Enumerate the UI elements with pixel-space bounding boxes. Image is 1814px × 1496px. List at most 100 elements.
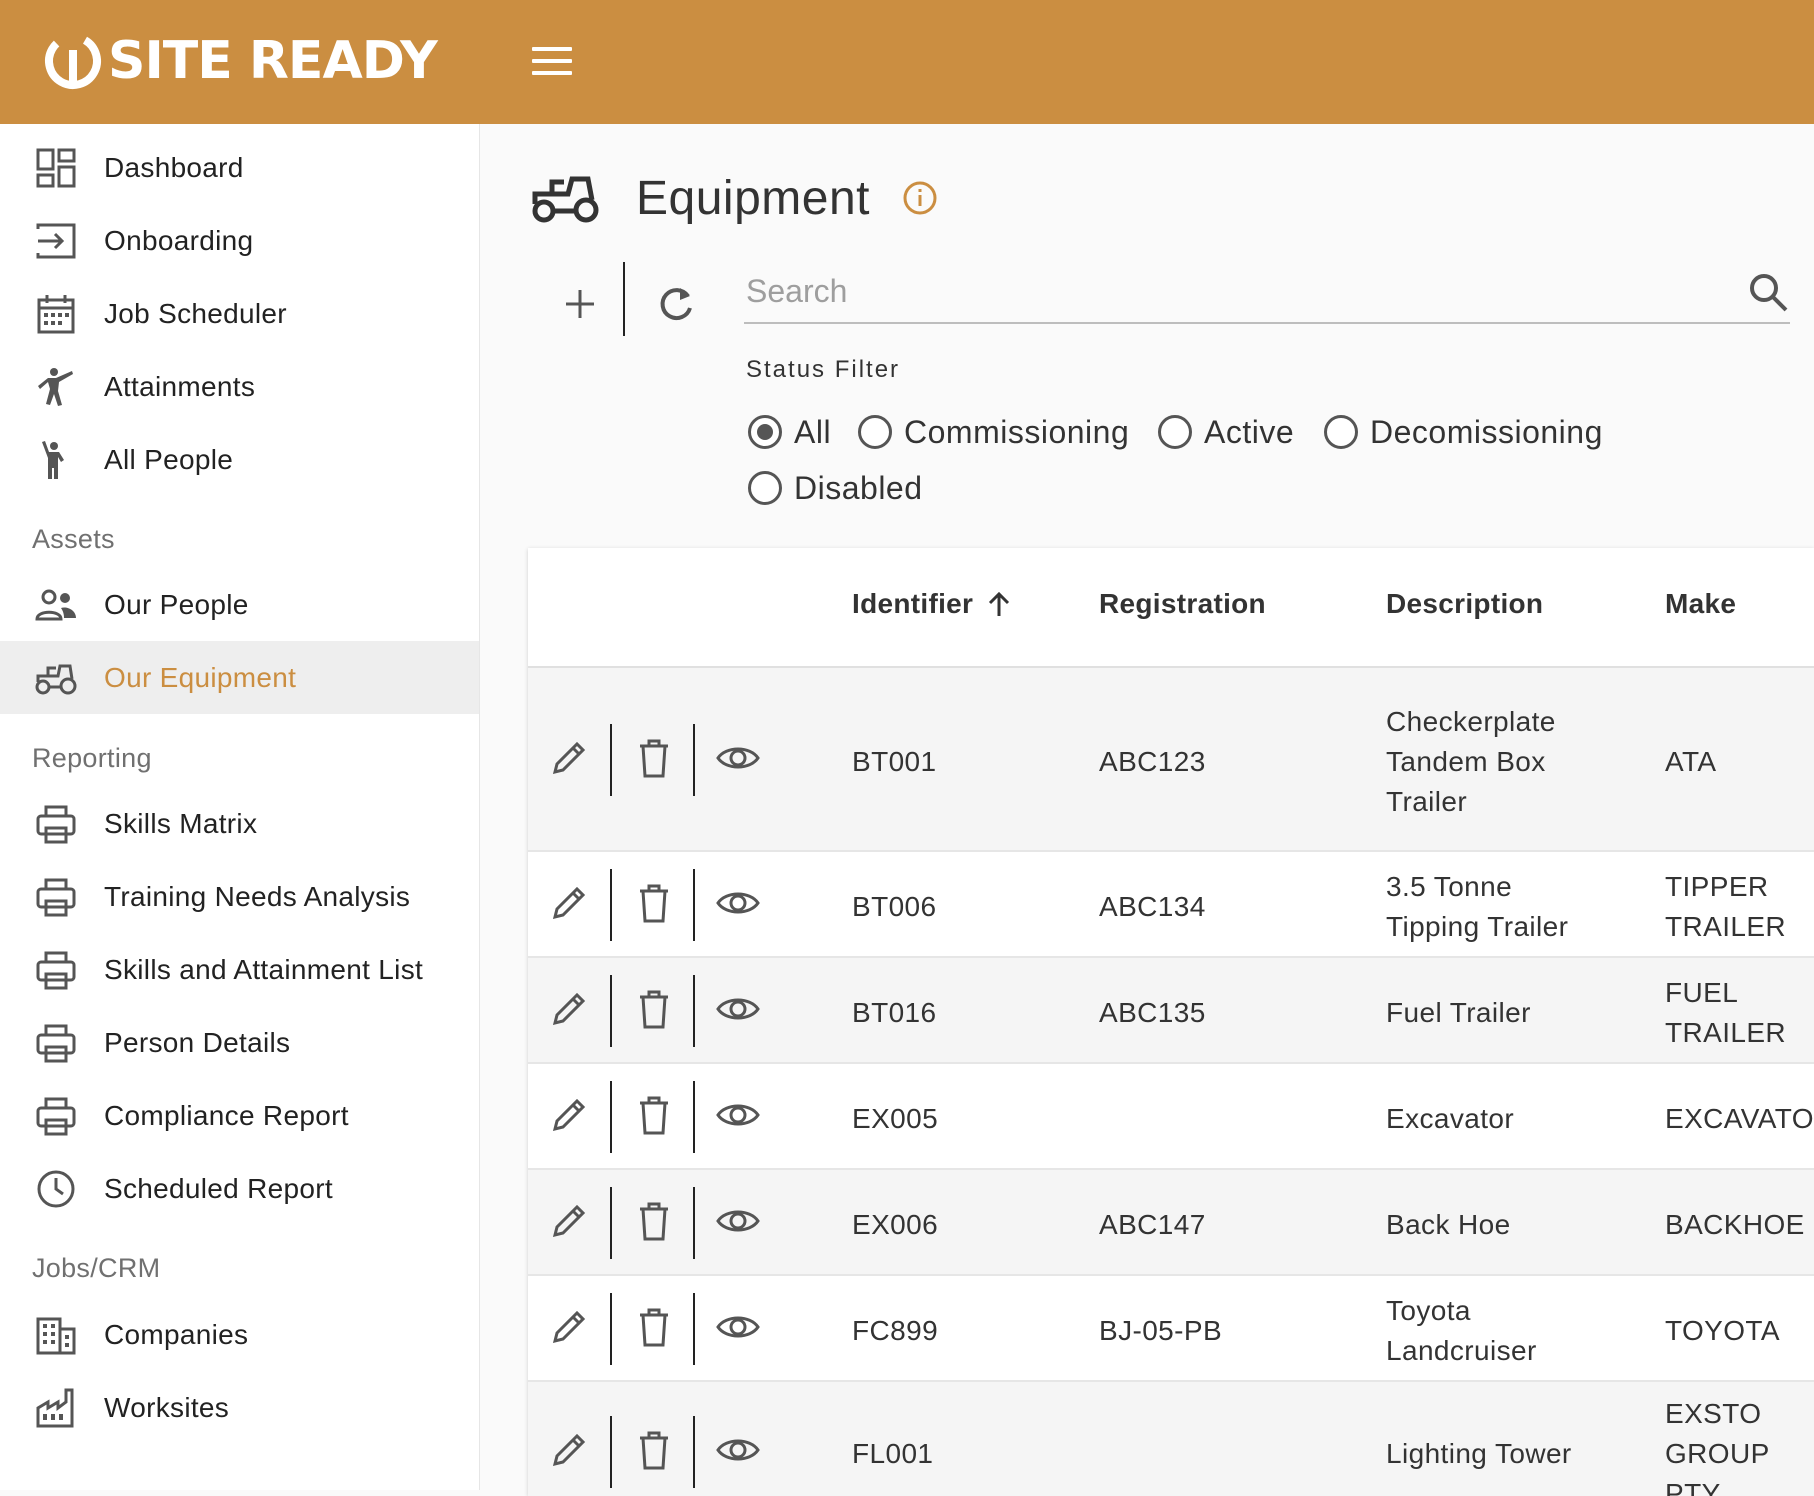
sidebar-item-training-needs-analysis[interactable]: Training Needs Analysis xyxy=(0,860,479,933)
delete-button[interactable] xyxy=(628,879,680,931)
radio-button-selected[interactable] xyxy=(748,415,782,449)
cell-registration: ABC147 xyxy=(1099,1209,1206,1240)
plus-icon xyxy=(566,290,594,318)
filter-radio-disabled[interactable]: Disabled xyxy=(748,465,923,511)
sidebar-item-companies[interactable]: Companies xyxy=(0,1298,479,1371)
info-icon[interactable] xyxy=(902,180,938,216)
sidebar-item-label: Compliance Report xyxy=(104,1099,349,1131)
view-button[interactable] xyxy=(712,1197,764,1249)
printer-icon xyxy=(32,946,80,994)
radio-button[interactable] xyxy=(858,415,892,449)
sidebar-item-label: Job Scheduler xyxy=(104,297,287,329)
table-row[interactable]: EX006 ABC147 Back Hoe BACKHOE xyxy=(528,1170,1814,1276)
sidebar-item-our-equipment[interactable]: Our Equipment xyxy=(0,641,479,714)
edit-button[interactable] xyxy=(543,1197,595,1249)
sidebar-item-all-people[interactable]: All People xyxy=(0,423,479,496)
table-row[interactable]: BT006 ABC134 3.5 Tonne Tipping Trailer TIPP… xyxy=(528,852,1814,958)
column-header-identifier[interactable]: Identifier xyxy=(852,588,1013,620)
karate-person-icon xyxy=(32,363,80,411)
delete-button[interactable] xyxy=(628,1303,680,1355)
sort-ascending-icon xyxy=(989,591,1010,616)
hamburger-menu-icon[interactable] xyxy=(522,38,582,84)
view-button[interactable] xyxy=(712,1091,764,1143)
status-filter-label: Status Filter xyxy=(746,356,901,383)
action-divider xyxy=(610,1187,612,1259)
trash-icon xyxy=(632,1305,676,1354)
cell-description: Excavator xyxy=(1386,1103,1515,1134)
eye-icon xyxy=(716,736,760,785)
edit-button[interactable] xyxy=(543,1091,595,1143)
radio-button[interactable] xyxy=(1158,415,1192,449)
cell-identifier: FL001 xyxy=(852,1438,934,1469)
column-header-label: Description xyxy=(1386,588,1544,619)
cell-description: Back Hoe xyxy=(1386,1209,1511,1240)
add-equipment-button[interactable] xyxy=(552,276,608,332)
view-button[interactable] xyxy=(712,1303,764,1355)
filter-radio-all[interactable]: All xyxy=(748,409,831,455)
sidebar-item-skills-and-attainment-list[interactable]: Skills and Attainment List xyxy=(0,933,479,1006)
eye-icon xyxy=(716,987,760,1036)
edit-button[interactable] xyxy=(543,1303,595,1355)
dashboard-icon xyxy=(32,144,80,192)
filter-radio-decomissioning[interactable]: Decomissioning xyxy=(1324,409,1603,455)
sidebar-item-scheduled-report[interactable]: Scheduled Report xyxy=(0,1152,479,1225)
delete-button[interactable] xyxy=(628,985,680,1037)
table-row[interactable]: FC899 BJ-05-PB Toyota Landcruiser TOYOTA xyxy=(528,1276,1814,1382)
delete-button[interactable] xyxy=(628,1426,680,1478)
column-header-label: Make xyxy=(1665,588,1737,619)
cell-identifier: EX005 xyxy=(852,1103,939,1134)
pencil-icon xyxy=(547,987,591,1036)
eye-icon xyxy=(716,1093,760,1142)
eye-icon xyxy=(716,1305,760,1354)
view-button[interactable] xyxy=(712,1426,764,1478)
filter-radio-commissioning[interactable]: Commissioning xyxy=(858,409,1129,455)
radio-button[interactable] xyxy=(1324,415,1358,449)
radio-label: Active xyxy=(1204,413,1295,450)
view-button[interactable] xyxy=(712,985,764,1037)
edit-button[interactable] xyxy=(543,1426,595,1478)
sidebar-item-job-scheduler[interactable]: Job Scheduler xyxy=(0,277,479,350)
sidebar-item-worksites[interactable]: Worksites xyxy=(0,1371,479,1444)
brand-logo[interactable]: SITE READY xyxy=(42,28,438,94)
tractor-icon xyxy=(532,176,599,223)
delete-button[interactable] xyxy=(628,734,680,786)
view-button[interactable] xyxy=(712,879,764,931)
printer-icon xyxy=(32,873,80,921)
search-input[interactable] xyxy=(744,262,1724,320)
sidebar-item-label: Our People xyxy=(104,588,249,620)
table-row[interactable]: FL001 Lighting Tower EXSTO GROUP PTY LTD xyxy=(528,1382,1814,1496)
sidebar-item-onboarding[interactable]: Onboarding xyxy=(0,204,479,277)
sidebar-item-person-details[interactable]: Person Details xyxy=(0,1006,479,1079)
radio-button[interactable] xyxy=(748,471,782,505)
trash-icon xyxy=(632,1199,676,1248)
edit-button[interactable] xyxy=(543,879,595,931)
view-button[interactable] xyxy=(712,734,764,786)
search-icon[interactable] xyxy=(1746,270,1790,314)
login-arrow-icon xyxy=(32,217,80,265)
cell-make: BACKHOE xyxy=(1665,1209,1805,1240)
trash-icon xyxy=(632,1093,676,1142)
table-row[interactable]: BT001 ABC123 Checkerplate Tandem Box Trail… xyxy=(528,668,1814,852)
sidebar-item-attainments[interactable]: Attainments xyxy=(0,350,479,423)
cell-description: Checkerplate Tandem Box Trailer xyxy=(1386,706,1556,817)
delete-button[interactable] xyxy=(628,1091,680,1143)
refresh-button[interactable] xyxy=(648,276,704,332)
delete-button[interactable] xyxy=(628,1197,680,1249)
filter-radio-active[interactable]: Active xyxy=(1158,409,1294,455)
column-header-make[interactable]: Make xyxy=(1665,588,1736,620)
action-divider xyxy=(610,1081,612,1153)
equipment-table: Identifier Registration Description Make… xyxy=(528,548,1814,1496)
pencil-icon xyxy=(547,1093,591,1142)
sidebar-item-compliance-report[interactable]: Compliance Report xyxy=(0,1079,479,1152)
table-row[interactable]: EX005 Excavator EXCAVATOR xyxy=(528,1064,1814,1170)
column-header-description[interactable]: Description xyxy=(1386,588,1543,620)
sidebar-item-skills-matrix[interactable]: Skills Matrix xyxy=(0,787,479,860)
sidebar-item-dashboard[interactable]: Dashboard xyxy=(0,131,479,204)
edit-button[interactable] xyxy=(543,985,595,1037)
edit-button[interactable] xyxy=(543,734,595,786)
trash-icon xyxy=(632,881,676,930)
column-header-registration[interactable]: Registration xyxy=(1099,588,1266,620)
table-row[interactable]: BT016 ABC135 Fuel Trailer FUEL TRAILER xyxy=(528,958,1814,1064)
pencil-icon xyxy=(547,881,591,930)
sidebar-item-our-people[interactable]: Our People xyxy=(0,568,479,641)
